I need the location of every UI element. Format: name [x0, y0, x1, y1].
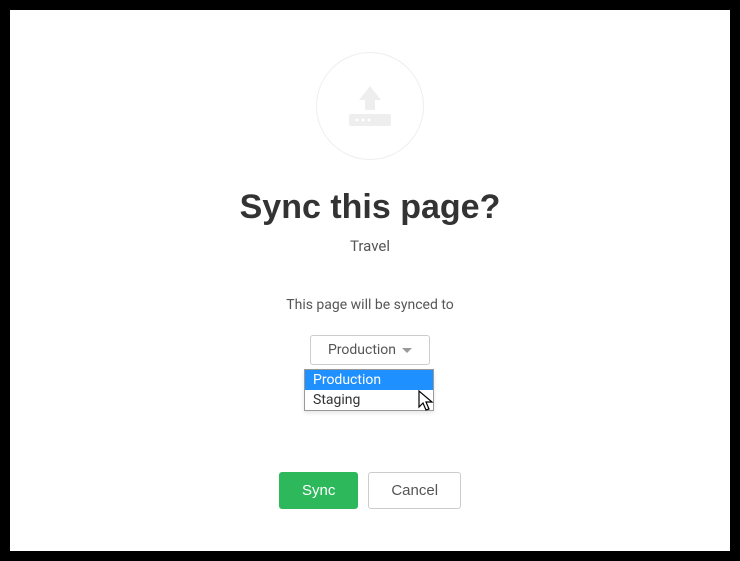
cancel-button[interactable]: Cancel	[368, 472, 461, 509]
dropdown-option-staging[interactable]: Staging	[305, 390, 433, 410]
environment-dropdown[interactable]: Production	[310, 335, 430, 365]
sync-dialog: Sync this page? Travel This page will be…	[10, 10, 730, 551]
environment-dropdown-wrapper: Production Production Staging	[310, 335, 430, 365]
dialog-title: Sync this page?	[240, 188, 501, 227]
sync-description: This page will be synced to	[286, 297, 454, 313]
hero-icon-circle	[316, 52, 424, 160]
environment-selected: Production	[328, 342, 396, 358]
upload-icon	[343, 82, 397, 130]
page-name: Travel	[350, 237, 390, 255]
sync-button[interactable]: Sync	[279, 472, 358, 509]
dropdown-option-production[interactable]: Production	[305, 370, 433, 390]
environment-dropdown-menu: Production Staging	[304, 369, 434, 411]
caret-down-icon	[402, 348, 412, 353]
dialog-buttons: Sync Cancel	[279, 472, 461, 509]
